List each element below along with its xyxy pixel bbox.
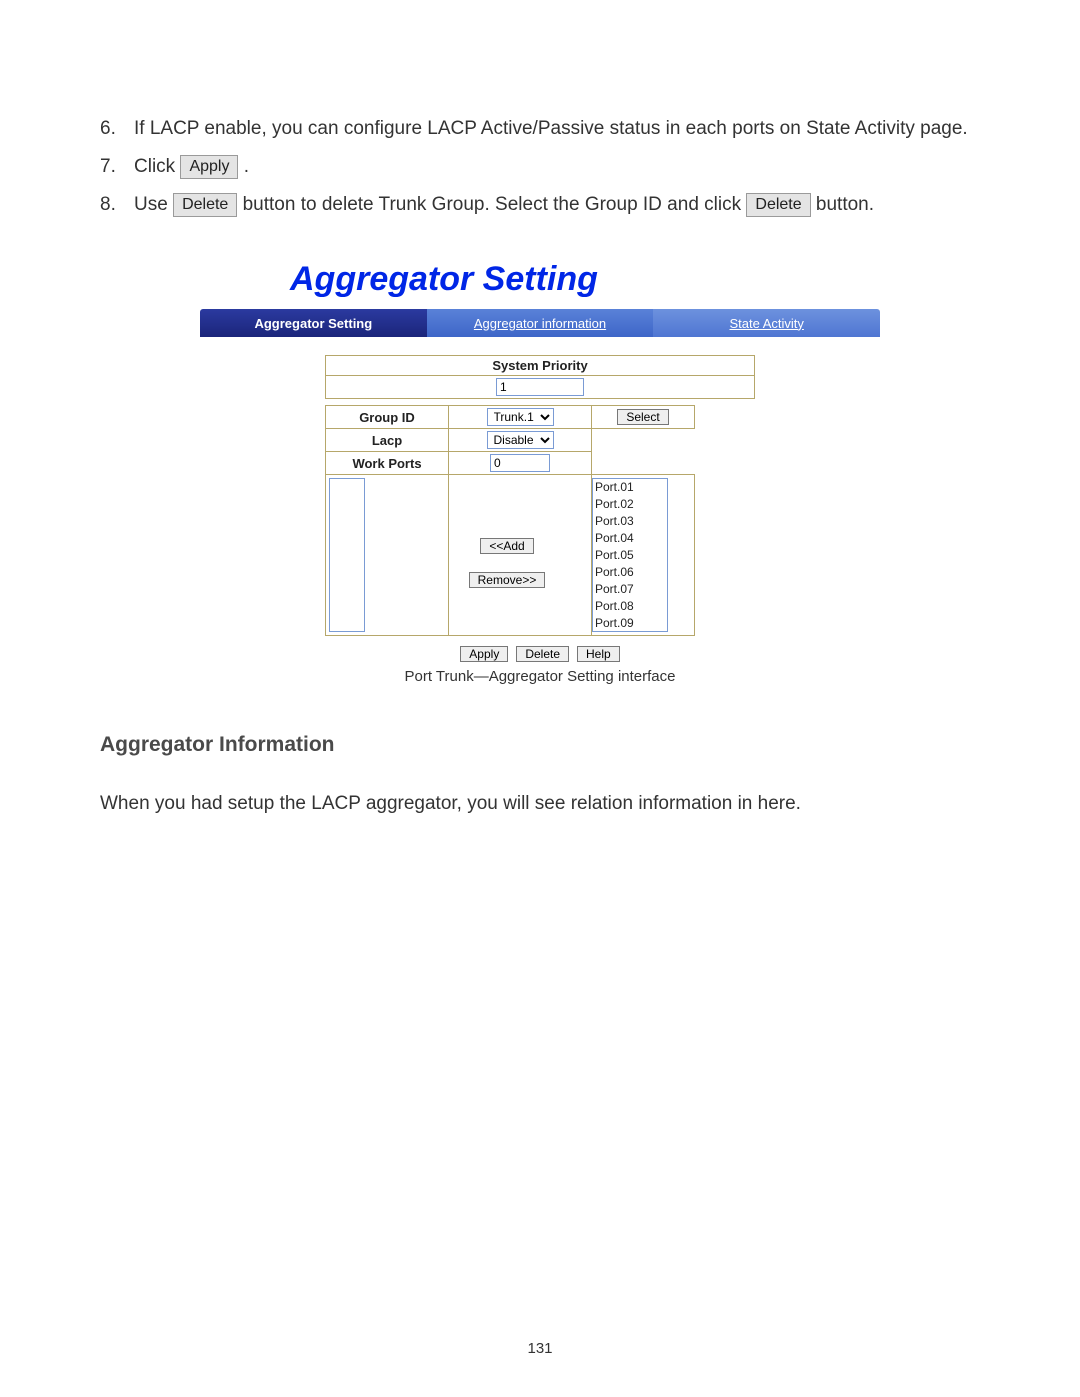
step8-post: button. — [816, 194, 874, 215]
step-7: 7. Click Apply . — [100, 148, 980, 186]
delete-button-inline-2: Delete — [746, 193, 810, 217]
config-table: Group ID Trunk.1 Select Lacp Disable — [325, 405, 695, 636]
action-buttons: Apply Delete Help — [325, 646, 755, 662]
lacp-label: Lacp — [326, 429, 449, 452]
step8-mid: button to delete Trunk Group. Select the… — [243, 194, 747, 215]
step-text: Use Delete button to delete Trunk Group.… — [134, 186, 980, 224]
select-button[interactable]: Select — [617, 409, 668, 425]
delete-button[interactable]: Delete — [516, 646, 569, 662]
step-number: 8. — [100, 186, 134, 224]
port-item[interactable]: Port.03 — [595, 513, 665, 530]
add-button[interactable]: <<Add — [480, 538, 533, 554]
step-text: Click Apply . — [134, 148, 980, 186]
port-item[interactable]: Port.06 — [595, 564, 665, 581]
group-id-select[interactable]: Trunk.1 — [487, 408, 554, 426]
form-area: System Priority Group ID Trunk.1 Select — [325, 355, 755, 662]
system-priority-input[interactable] — [496, 378, 584, 396]
lacp-select[interactable]: Disable — [487, 431, 554, 449]
system-priority-table: System Priority — [325, 355, 755, 399]
selected-ports-listbox[interactable] — [329, 478, 365, 632]
section-heading: Aggregator Information — [100, 733, 980, 757]
step7-posttext: . — [244, 156, 249, 177]
step8-pre: Use — [134, 194, 173, 215]
port-item[interactable]: Port.02 — [595, 496, 665, 513]
port-item[interactable]: Port.04 — [595, 530, 665, 547]
port-item[interactable]: Port.07 — [595, 581, 665, 598]
screenshot-caption: Port Trunk—Aggregator Setting interface — [200, 668, 880, 685]
available-ports-listbox[interactable]: Port.01 Port.02 Port.03 Port.04 Port.05 … — [592, 478, 668, 632]
step-number: 6. — [100, 110, 134, 148]
screenshot-title: Aggregator Setting — [200, 254, 880, 309]
step-6: 6. If LACP enable, you can configure LAC… — [100, 110, 980, 148]
system-priority-label: System Priority — [326, 356, 755, 376]
tab-aggregator-information[interactable]: Aggregator information — [427, 309, 654, 337]
apply-button-inline: Apply — [180, 155, 238, 179]
aggregator-setting-screenshot: Aggregator Setting Aggregator Setting Ag… — [200, 254, 880, 685]
step-number: 7. — [100, 148, 134, 186]
port-item[interactable]: Port.08 — [595, 598, 665, 615]
instruction-list: 6. If LACP enable, you can configure LAC… — [100, 110, 980, 224]
port-item[interactable]: Port.01 — [595, 479, 665, 496]
step-text: If LACP enable, you can configure LACP A… — [134, 110, 980, 148]
port-item[interactable]: Port.09 — [595, 615, 665, 632]
work-ports-label: Work Ports — [326, 452, 449, 475]
tab-aggregator-setting[interactable]: Aggregator Setting — [200, 309, 427, 337]
tab-bar: Aggregator Setting Aggregator informatio… — [200, 309, 880, 337]
page-number: 131 — [0, 1340, 1080, 1357]
section-body: When you had setup the LACP aggregator, … — [100, 785, 980, 823]
apply-button[interactable]: Apply — [460, 646, 508, 662]
help-button[interactable]: Help — [577, 646, 620, 662]
step-8: 8. Use Delete button to delete Trunk Gro… — [100, 186, 980, 224]
port-item[interactable]: Port.05 — [595, 547, 665, 564]
step7-pretext: Click — [134, 156, 175, 177]
tab-state-activity[interactable]: State Activity — [653, 309, 880, 337]
delete-button-inline: Delete — [173, 193, 237, 217]
group-id-label: Group ID — [326, 406, 449, 429]
work-ports-input[interactable] — [490, 454, 550, 472]
remove-button[interactable]: Remove>> — [469, 572, 546, 588]
